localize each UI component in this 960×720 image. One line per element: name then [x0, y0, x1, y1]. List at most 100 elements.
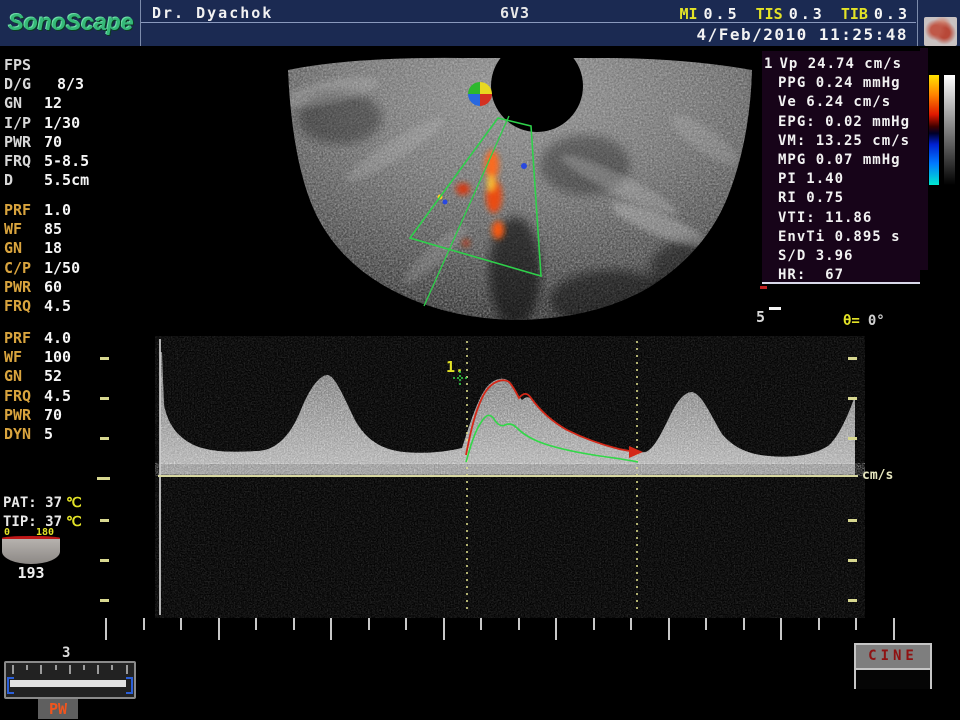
slider-track[interactable] — [10, 680, 126, 687]
param-row: D/G8/3 — [4, 75, 114, 94]
orientation-marker-icon — [468, 82, 492, 106]
param-row: I/P1/30 — [4, 114, 114, 133]
tis-value: 0.3 — [789, 5, 825, 23]
probe-name: 6V3 — [500, 4, 530, 22]
param-row: FPS — [4, 56, 114, 75]
mi-label: MI — [679, 5, 697, 23]
measurement-row: PI 1.40 — [762, 170, 920, 189]
b-mode-image — [260, 50, 770, 335]
measurement-row: VTI: 11.86 — [762, 209, 920, 228]
timeline-tick — [743, 618, 745, 630]
param-row: WF85 — [4, 220, 114, 239]
depth-marker-dash — [769, 307, 781, 310]
header-bar: SonoScape Dr. Dyachok 6V3 MI 0.5 TIS0.3 T… — [0, 0, 960, 46]
timeline-tick — [443, 618, 445, 640]
timeline-tick — [180, 618, 182, 630]
timeline-tick — [818, 618, 820, 630]
header-row-divider — [141, 22, 916, 23]
param-row: GN52 — [4, 367, 114, 386]
gauge-body — [2, 539, 60, 564]
timeline-tick — [893, 618, 895, 640]
measure-index: 1 — [764, 56, 773, 72]
param-row: FRQ4.5 — [4, 387, 114, 406]
measurement-row: EPG: 0.02 mmHg — [762, 113, 920, 132]
timeline-tick — [705, 618, 707, 630]
slider-ruler-tick — [26, 665, 28, 670]
grayscale-bar — [944, 75, 955, 185]
baseline-clutter-noise — [160, 464, 855, 475]
probe-angle-gauge: 0 180 — [2, 536, 60, 564]
timeline-tick — [143, 618, 145, 630]
measurement-row: HR: 67 — [762, 266, 920, 285]
timeline-tick — [668, 618, 670, 640]
timeline-tick — [480, 618, 482, 630]
cine-button-label: CINE — [856, 645, 930, 670]
timeline-tick — [218, 618, 220, 640]
theta-value: 0° — [868, 313, 885, 329]
param-row: PWR60 — [4, 278, 114, 297]
theta-label: θ= — [843, 313, 860, 329]
sweep-speed-slider[interactable] — [4, 661, 136, 699]
timeline-tick — [105, 618, 107, 640]
header-divider-right — [917, 0, 918, 46]
slider-ruler-tick — [111, 665, 113, 670]
slider-ruler-tick — [83, 665, 85, 670]
param-row: WF100 — [4, 348, 114, 367]
velocity-scale-tick-right — [848, 397, 857, 400]
velocity-scale-tick-left — [100, 519, 109, 522]
timeline-tick — [630, 618, 632, 630]
param-row: PRF4.0 — [4, 329, 114, 348]
param-row: D5.5cm — [4, 171, 114, 190]
timeline-tick — [293, 618, 295, 630]
timeline-tick — [405, 618, 407, 630]
slider-ruler-tick — [40, 665, 42, 674]
measurement-row: VM: 13.25 cm/s — [762, 132, 920, 151]
mi-readout: MI 0.5 — [679, 4, 739, 23]
cine-button[interactable]: CINE — [854, 643, 932, 689]
measurement-row: EnvTi 0.895 s — [762, 228, 920, 247]
doppler-baseline[interactable] — [158, 475, 858, 477]
b-mode-params: FPS D/G8/3 GN12 I/P1/30 PWR70 FRQ5-8.5 D… — [4, 56, 114, 190]
acoustic-indices: MI 0.5 TIS0.3 TIB 0.3 — [679, 4, 910, 23]
timeline-tick — [255, 618, 257, 630]
tib-label: TIB — [841, 5, 868, 23]
slider-ruler-tick — [69, 665, 71, 674]
timeline-tick — [855, 618, 857, 630]
depth-marker: 5 — [756, 308, 765, 326]
velocity-scale-tick-right — [848, 519, 857, 522]
param-row: PWR70 — [4, 133, 114, 152]
patient-temp: PAT: 37℃ — [3, 494, 82, 513]
velocity-scale-tick-left — [100, 599, 109, 602]
slider-ruler-tick — [12, 665, 14, 674]
velocity-scale-tick-left — [97, 477, 110, 480]
spectrum-noise — [155, 336, 865, 618]
pw-mode-badge: PW — [38, 699, 78, 719]
param-row: PRF1.0 — [4, 201, 114, 220]
spectral-doppler-display: 1. — [155, 336, 865, 618]
velocity-scale-tick-right — [848, 357, 857, 360]
measurement-row: MPG 0.07 mmHg — [762, 151, 920, 170]
tis-readout: TIS0.3 — [756, 4, 825, 23]
slider-ruler-tick — [126, 665, 128, 674]
param-row: PWR70 — [4, 406, 114, 425]
tib-value: 0.3 — [874, 5, 910, 23]
param-row: FRQ4.5 — [4, 297, 114, 316]
slider-bracket-left — [7, 677, 14, 694]
mi-value: 0.5 — [704, 5, 740, 23]
timeline-tick — [780, 618, 782, 640]
slider-bracket-right — [126, 677, 133, 694]
param-row: GN12 — [4, 94, 114, 113]
body-marker-thumbnail — [924, 17, 957, 46]
beat-marker-label: 1. — [446, 358, 464, 376]
slider-value-label: 3 — [62, 645, 70, 661]
header-divider — [140, 0, 141, 46]
measurement-row: S/D 3.96 — [762, 247, 920, 266]
velocity-scale-tick-right — [848, 559, 857, 562]
velocity-unit-label: cm/s — [862, 468, 893, 483]
param-row: DYN5 — [4, 425, 114, 444]
velocity-scale-tick-right — [848, 437, 857, 440]
sonoscape-logo: SonoScape — [6, 9, 136, 36]
ultrasound-screen: SonoScape Dr. Dyachok 6V3 MI 0.5 TIS0.3 T… — [0, 0, 960, 720]
tib-readout: TIB 0.3 — [841, 4, 910, 23]
physician-name: Dr. Dyachok — [152, 4, 273, 22]
